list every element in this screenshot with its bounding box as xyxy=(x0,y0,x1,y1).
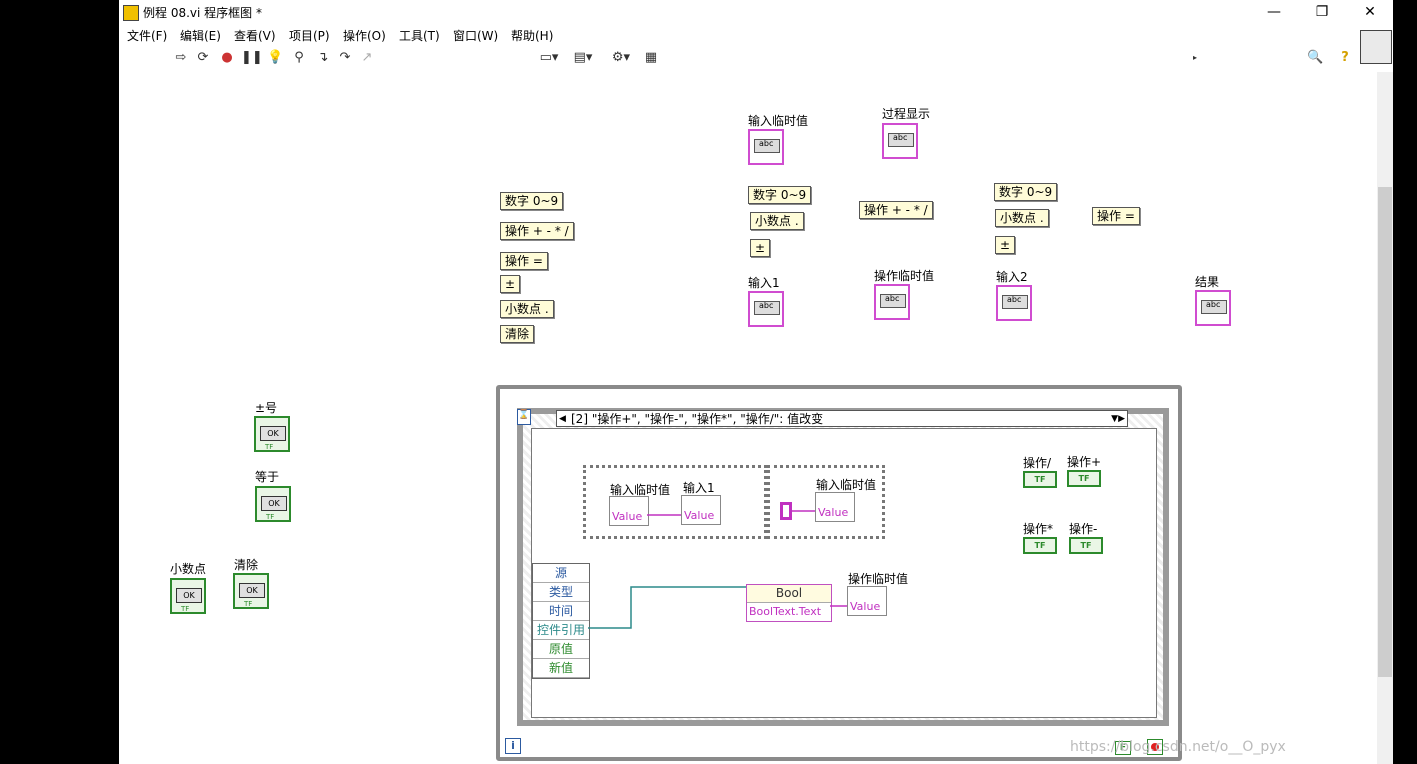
restore-button[interactable]: ❐ xyxy=(1302,2,1342,22)
ctlref-wire xyxy=(588,586,746,629)
align-objects-icon[interactable]: ▭▾ xyxy=(537,50,561,66)
menu-view[interactable]: 查看(V) xyxy=(234,27,276,44)
menu-window[interactable]: 窗口(W) xyxy=(453,27,498,44)
run-continuous-icon[interactable]: ⟳ xyxy=(195,50,211,66)
distribute-objects-icon[interactable]: ▤▾ xyxy=(571,50,595,66)
search-icon[interactable]: 🔍 xyxy=(1307,50,1323,66)
terminal-op-mul[interactable]: TF xyxy=(1023,537,1057,554)
vertical-scrollbar[interactable] xyxy=(1377,72,1393,764)
pause-icon[interactable]: ❚❚ xyxy=(241,50,263,66)
app-icon xyxy=(123,5,139,21)
step-out-icon[interactable]: ↗ xyxy=(359,50,375,66)
abort-icon[interactable]: ● xyxy=(219,50,235,66)
terminal-op-add[interactable]: TF xyxy=(1067,470,1101,487)
minimize-button[interactable]: — xyxy=(1254,2,1294,22)
retain-wire-values-icon[interactable]: ⚲ xyxy=(291,50,307,66)
highlight-execution-icon[interactable]: 💡 xyxy=(267,50,283,66)
step-over-icon[interactable]: ↷ xyxy=(337,50,353,66)
clean-up-diagram-icon[interactable]: ▦ xyxy=(643,50,659,66)
vi-icon[interactable] xyxy=(1360,30,1392,64)
wires xyxy=(588,510,847,629)
help-icon[interactable]: ? xyxy=(1337,50,1353,66)
toolbar: ⇨ ⟳ ● ❚❚ 💡 ⚲ ↴ ↷ ↗ 17pt 应用程序字体 ▼ ▭▾ ▤▾ ⚙… xyxy=(119,44,1393,111)
label-op-add: 操作+ xyxy=(1067,455,1102,469)
menu-project[interactable]: 项目(P) xyxy=(289,27,330,44)
reorder-icon[interactable]: ⚙▾ xyxy=(609,50,633,66)
search-expand-icon[interactable]: ▸ xyxy=(1187,50,1203,66)
window-title: 例程 08.vi 程序框图 * xyxy=(143,6,262,20)
menu-edit[interactable]: 编辑(E) xyxy=(180,27,221,44)
label-op-mul: 操作* xyxy=(1023,522,1054,536)
close-button[interactable]: ✕ xyxy=(1350,2,1390,22)
menu-operate[interactable]: 操作(O) xyxy=(343,27,386,44)
label-op-sub: 操作- xyxy=(1069,522,1098,536)
label-op-div: 操作/ xyxy=(1023,456,1052,470)
menu-bar: 文件(F) 编辑(E) 查看(V) 项目(P) 操作(O) 工具(T) 窗口(W… xyxy=(119,24,1393,44)
block-diagram[interactable]: 数字 0~9 操作 + - * / 操作 = ± 小数点 . 清除 数字 0~9… xyxy=(119,72,1377,764)
title-bar: 例程 08.vi 程序框图 * — ❐ ✕ xyxy=(119,0,1393,24)
terminal-op-div[interactable]: TF xyxy=(1023,471,1057,488)
scrollbar-thumb[interactable] xyxy=(1378,187,1392,677)
labview-window: 例程 08.vi 程序框图 * — ❐ ✕ 文件(F) 编辑(E) 查看(V) … xyxy=(119,0,1393,764)
menu-tools[interactable]: 工具(T) xyxy=(399,27,440,44)
iteration-terminal[interactable]: i xyxy=(505,738,521,754)
terminal-op-sub[interactable]: TF xyxy=(1069,537,1103,554)
step-into-icon[interactable]: ↴ xyxy=(315,50,331,66)
watermark: https://blog.csdn.net/o__O_pyx xyxy=(1070,739,1286,755)
menu-file[interactable]: 文件(F) xyxy=(127,27,167,44)
menu-help[interactable]: 帮助(H) xyxy=(511,27,553,44)
run-arrow-icon[interactable]: ⇨ xyxy=(173,50,189,66)
